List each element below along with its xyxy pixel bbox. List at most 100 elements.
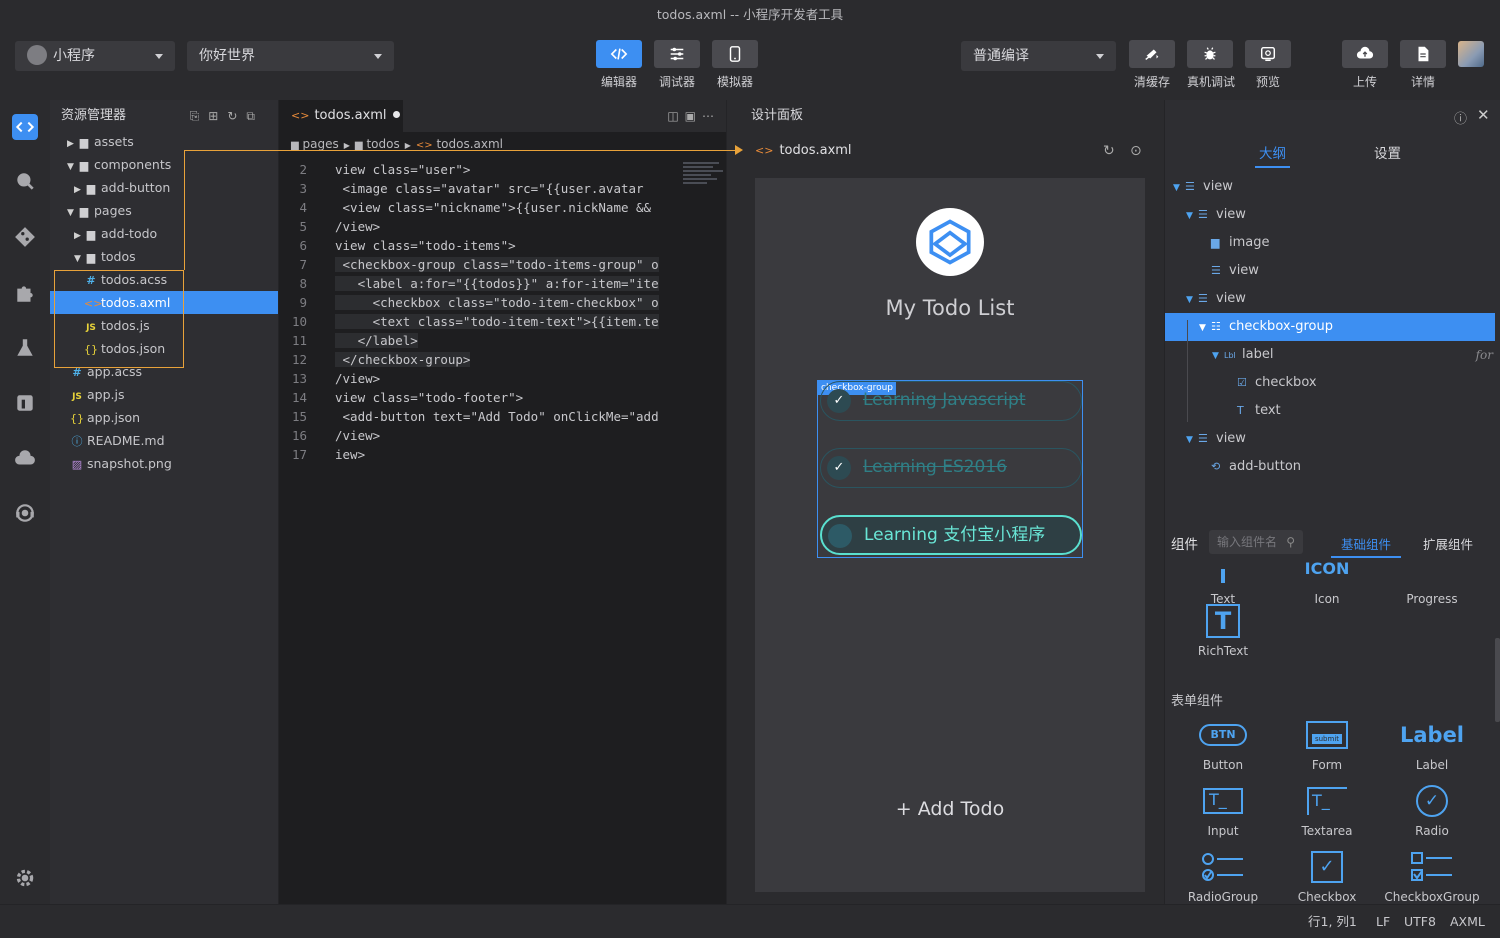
unchecked-circle-icon[interactable] xyxy=(828,524,852,548)
check-icon[interactable]: ✓ xyxy=(827,389,851,413)
close-icon[interactable]: ✕ xyxy=(1477,106,1490,124)
code-line[interactable]: 7 <checkbox-group class="todo-items-grou… xyxy=(279,255,679,274)
outline-node[interactable]: ▼ ☷ checkbox-group xyxy=(1165,313,1495,341)
outline-node[interactable]: ▆ image xyxy=(1165,229,1500,257)
breadcrumb-item[interactable]: todos.axml xyxy=(436,137,503,151)
chevron-down-icon[interactable]: ▼ xyxy=(1173,174,1185,202)
outline-node[interactable]: ▼ ☰ view xyxy=(1165,285,1500,313)
code-line[interactable]: 14 view class="todo-footer"> xyxy=(279,388,679,407)
outline-node[interactable]: ▼ ☰ view xyxy=(1165,173,1500,201)
flask-icon[interactable] xyxy=(12,335,38,361)
outline-node[interactable]: ☑ checkbox xyxy=(1165,369,1500,397)
language-mode[interactable]: AXML xyxy=(1450,905,1485,938)
code-line[interactable]: 15 <add-button text="Add Todo" onClickMe… xyxy=(279,407,679,426)
code-line[interactable]: 6 view class="todo-items"> xyxy=(279,236,679,255)
search-icon[interactable] xyxy=(12,168,38,194)
component-radiogroup[interactable]: RadioGroup xyxy=(1171,848,1275,904)
explorer-item[interactable]: {} app.json xyxy=(50,406,278,429)
tab-extended-components[interactable]: 扩展组件 xyxy=(1423,534,1473,553)
explorer-item[interactable]: ▼ ▆ todos xyxy=(50,245,278,268)
details-button[interactable]: 详情 xyxy=(1400,40,1446,90)
component-search-input[interactable]: 输入组件名 ⚲ xyxy=(1209,530,1303,554)
add-todo-button[interactable]: + Add Todo xyxy=(755,798,1145,820)
tab-basic-components[interactable]: 基础组件 xyxy=(1330,534,1402,558)
code-line[interactable]: 11 </label> xyxy=(279,331,679,350)
clear-cache-button[interactable]: 清缓存 xyxy=(1129,40,1175,90)
layout-icon[interactable] xyxy=(12,390,38,416)
tab-settings[interactable]: 设置 xyxy=(1374,142,1401,162)
todo-item[interactable]: Learning 支付宝小程序 xyxy=(820,515,1082,555)
explorer-item[interactable]: ▶ ▆ add-button xyxy=(50,176,278,199)
file-encoding[interactable]: UTF8 xyxy=(1404,905,1436,938)
chevron-down-icon[interactable]: ▼ xyxy=(1186,286,1198,314)
component-richtext[interactable]: T RichText xyxy=(1171,602,1275,658)
debugger-button[interactable]: 调试器 xyxy=(654,40,700,90)
outline-node[interactable]: ⟲ add-button xyxy=(1165,453,1500,481)
explorer-item[interactable]: # todos.acss xyxy=(50,268,278,291)
explorer-item[interactable]: ▼ ▆ components xyxy=(50,153,278,176)
components-scrollbar[interactable] xyxy=(1495,638,1500,722)
design-file-tab[interactable]: <> todos.axml xyxy=(755,132,852,170)
code-view-icon[interactable] xyxy=(12,114,38,140)
chevron-down-icon[interactable]: ▼ xyxy=(1186,202,1198,230)
component-text[interactable]: Text xyxy=(1171,560,1275,606)
cursor-position[interactable]: 行1, 列1 xyxy=(1308,905,1357,938)
component-textarea[interactable]: T_ Textarea xyxy=(1275,782,1379,838)
chevron-down-icon[interactable]: ▼ xyxy=(1186,426,1198,454)
new-folder-icon[interactable]: ⊞ xyxy=(208,109,227,123)
code-line[interactable]: 2 view class="user"> xyxy=(279,160,679,179)
device-debug-button[interactable]: 真机调试 xyxy=(1187,40,1235,90)
project-select[interactable]: 小程序 xyxy=(15,41,175,71)
extensions-icon[interactable] xyxy=(12,280,38,306)
tab-outline[interactable]: 大纲 xyxy=(1255,142,1290,168)
checkbox-group-selection[interactable]: checkbox-group ✓ Learning Javascript ✓ L… xyxy=(817,380,1083,558)
component-form[interactable]: submit Form xyxy=(1275,716,1379,772)
code-line[interactable]: 3 <image class="avatar" src="{{user.avat… xyxy=(279,179,679,198)
code-line[interactable]: 5/view> xyxy=(279,217,679,236)
component-radio[interactable]: ✓ Radio xyxy=(1380,782,1484,838)
chevron-down-icon[interactable]: ▼ xyxy=(1199,314,1211,342)
git-icon[interactable] xyxy=(12,224,38,250)
todo-item[interactable]: ✓ Learning ES2016 xyxy=(820,448,1082,488)
gear-icon[interactable] xyxy=(12,865,38,891)
code-line[interactable]: 13/view> xyxy=(279,369,679,388)
explorer-item[interactable]: ▼ ▆ pages xyxy=(50,199,278,222)
preview-button[interactable]: 预览 xyxy=(1245,40,1291,90)
component-icon[interactable]: ICON Icon xyxy=(1275,560,1379,606)
explorer-item[interactable]: ▨ snapshot.png xyxy=(50,452,278,475)
refresh-icon[interactable]: ↻ xyxy=(1103,132,1115,170)
component-progress[interactable]: Progress xyxy=(1380,560,1484,606)
breadcrumb-item[interactable]: pages xyxy=(303,137,339,151)
component-input[interactable]: T_ Input xyxy=(1171,782,1275,838)
help-icon[interactable]: ⓘ xyxy=(1454,108,1467,127)
line-ending[interactable]: LF xyxy=(1376,905,1390,938)
component-checkboxgroup[interactable]: CheckboxGroup xyxy=(1380,848,1484,904)
outline-node[interactable]: ▼ ☰ view xyxy=(1165,201,1500,229)
explorer-item[interactable]: <>todos.axml xyxy=(50,291,278,314)
new-file-icon[interactable]: ⎘ xyxy=(190,109,209,123)
collapse-all-icon[interactable]: ⧉ xyxy=(246,109,264,123)
code-line[interactable]: 10 <text class="todo-item-text">{{item.t… xyxy=(279,312,679,331)
code-line[interactable]: 8 <label a:for="{{todos}}" a:for-item="i… xyxy=(279,274,679,293)
code-line[interactable]: 12 </checkbox-group> xyxy=(279,350,679,369)
outline-node[interactable]: ▼ ☰ view xyxy=(1165,425,1500,453)
outline-node[interactable]: ▼ Lbl label for xyxy=(1165,341,1500,369)
terminal-icon[interactable]: ▣ xyxy=(685,109,702,123)
minimap[interactable] xyxy=(683,160,723,200)
refresh-icon[interactable]: ↻ xyxy=(227,109,246,123)
outline-node[interactable]: Ttext xyxy=(1165,397,1500,425)
explorer-item[interactable]: ▶ ▆ add-todo xyxy=(50,222,278,245)
explorer-item[interactable]: {} todos.json xyxy=(50,337,278,360)
code-line[interactable]: 16/view> xyxy=(279,426,679,445)
tab-todos-axml[interactable]: <> todos.axml xyxy=(279,100,403,132)
explorer-item[interactable]: # app.acss xyxy=(50,360,278,383)
code-line[interactable]: 4 <view class="nickname">{{user.nickName… xyxy=(279,198,679,217)
todo-item[interactable]: ✓ Learning Javascript xyxy=(820,381,1082,421)
explorer-item[interactable]: ⓘ README.md xyxy=(50,429,278,452)
upload-button[interactable]: 上传 xyxy=(1342,40,1388,90)
chevron-down-icon[interactable]: ▼ xyxy=(1212,342,1224,370)
component-checkbox[interactable]: ✓ Checkbox xyxy=(1275,848,1379,904)
more-icon[interactable]: ⋯ xyxy=(702,109,720,123)
compile-mode-select[interactable]: 普通编译 xyxy=(961,41,1116,71)
code-line[interactable]: 9 <checkbox class="todo-item-checkbox" o xyxy=(279,293,679,312)
